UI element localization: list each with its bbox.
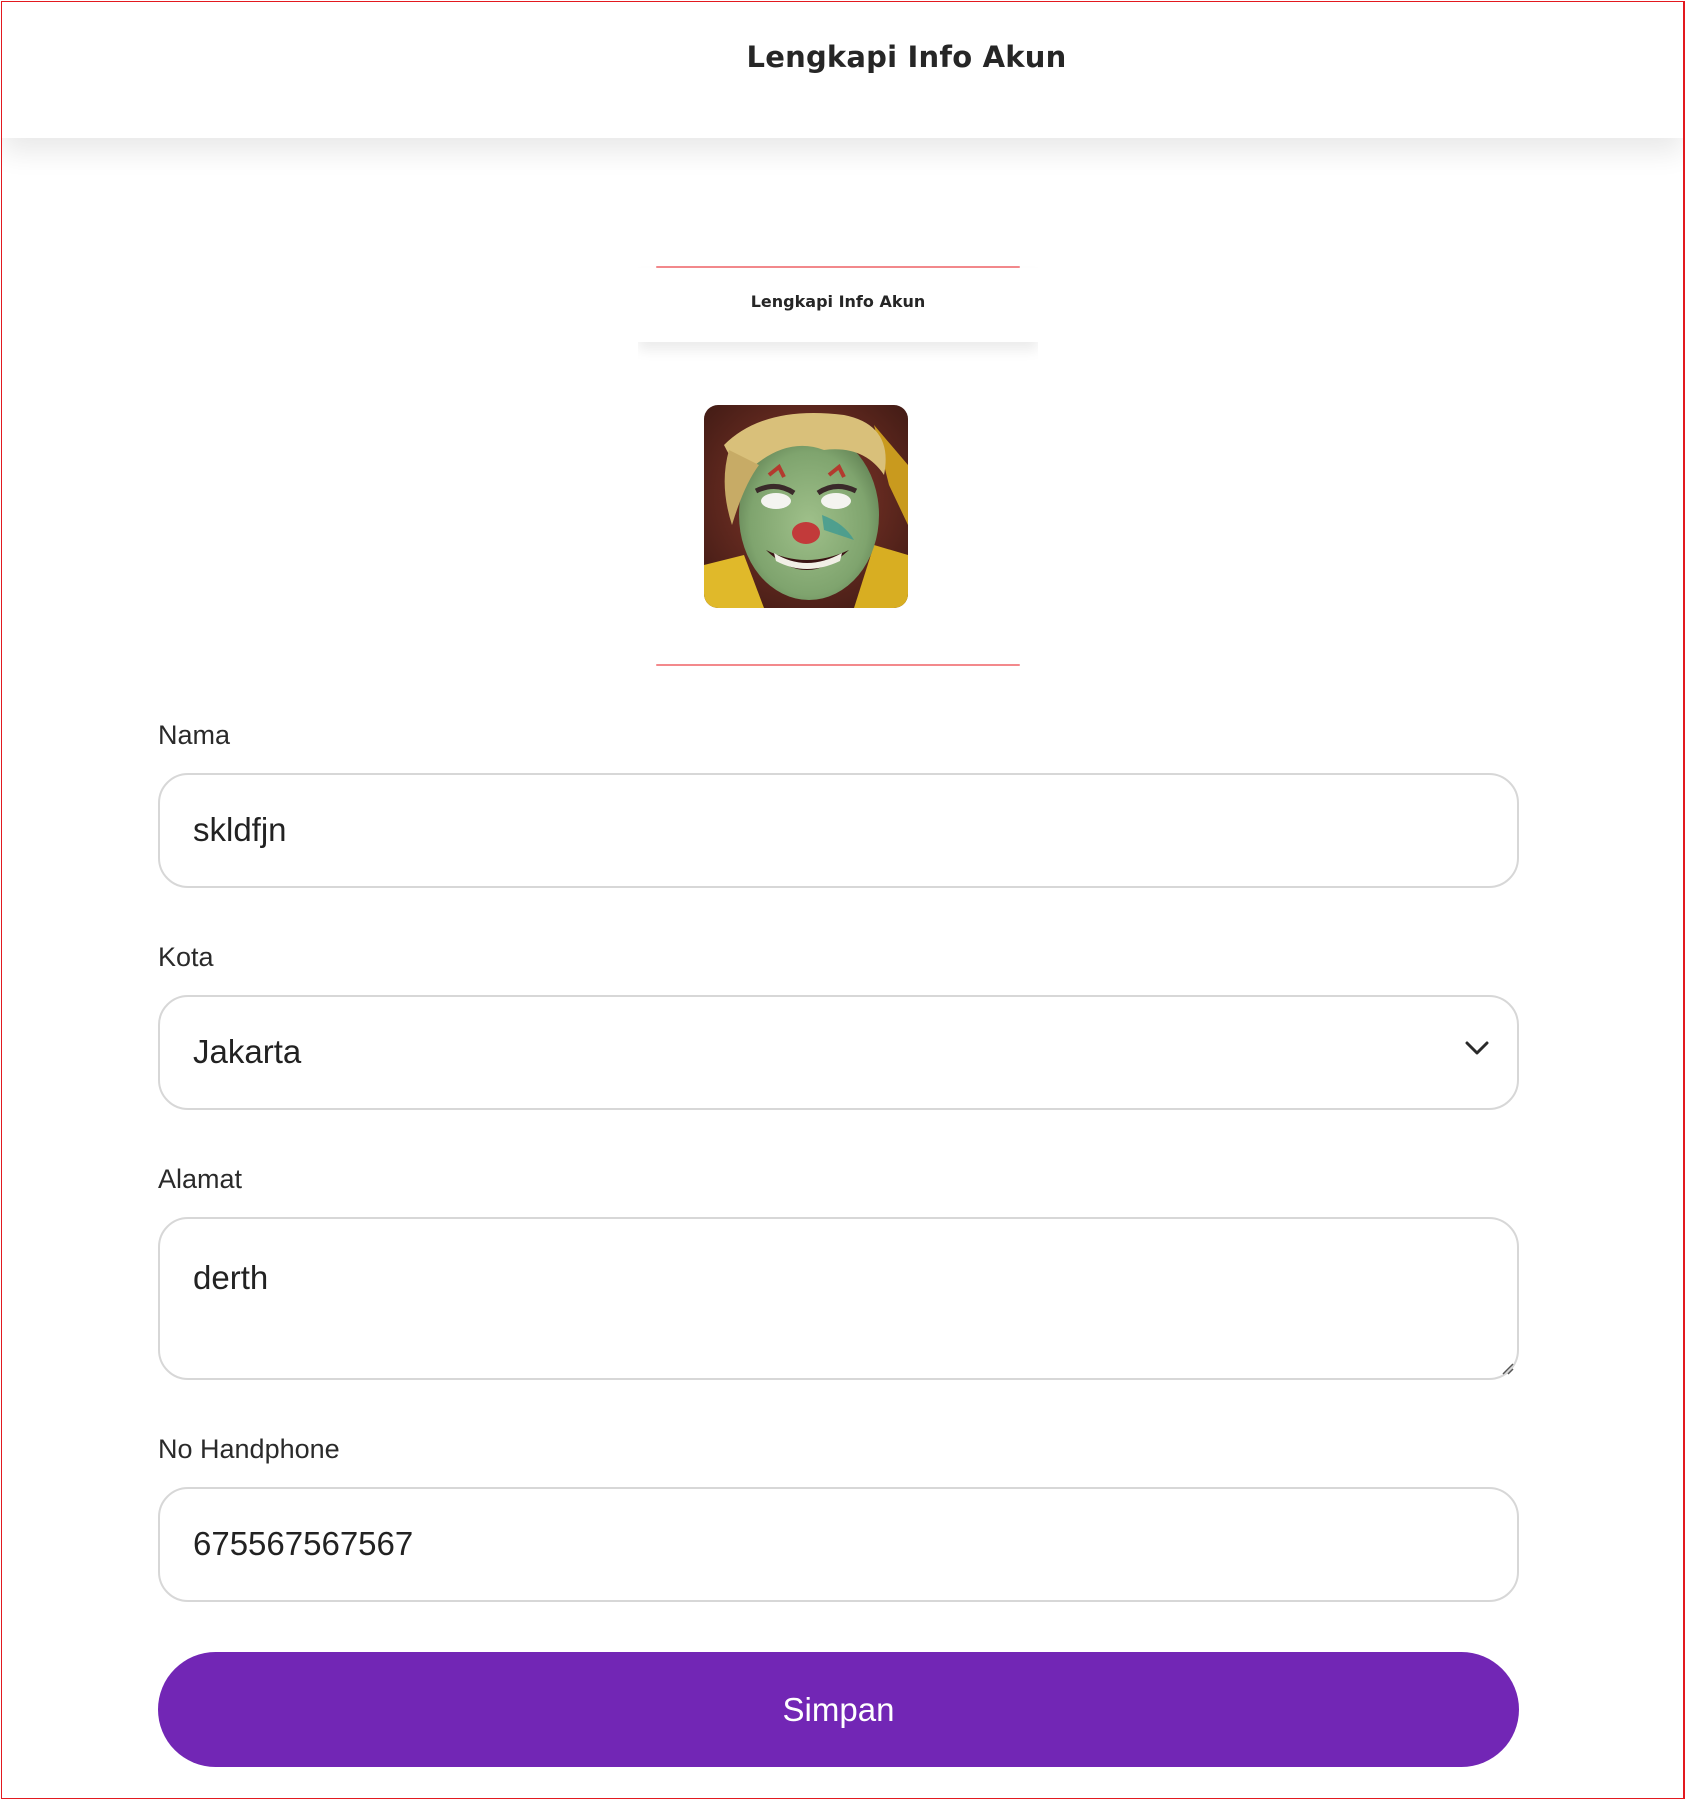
save-button[interactable]: Simpan <box>158 1652 1519 1767</box>
chevron-down-icon[interactable] <box>1465 1041 1489 1055</box>
handphone-label: No Handphone <box>158 1434 340 1464</box>
alamat-value[interactable]: derth <box>193 1259 1393 1297</box>
avatar-image <box>704 405 908 608</box>
preview-title: Lengkapi Info Akun <box>750 292 926 311</box>
avatar[interactable] <box>704 405 908 608</box>
alamat-label: Alamat <box>158 1164 243 1194</box>
nama-label: Nama <box>158 720 231 750</box>
kota-selected-value: Jakarta <box>193 1033 302 1070</box>
page-title: Lengkapi Info Akun <box>746 40 1067 74</box>
preview-bottom-edge <box>656 664 1020 666</box>
kota-label: Kota <box>158 942 214 972</box>
app-frame: Lengkapi Info Akun Lengkapi Info Akun Na… <box>1 1 1685 1799</box>
kota-select[interactable]: Jakarta <box>158 995 1519 1110</box>
page-header: Lengkapi Info Akun <box>2 2 1683 138</box>
resize-handle-icon[interactable] <box>1498 1359 1514 1375</box>
nama-value[interactable]: skldfjn <box>193 811 1393 849</box>
avatar-preview-card[interactable]: Lengkapi Info Akun <box>638 266 1038 666</box>
preview-header: Lengkapi Info Akun <box>638 268 1038 342</box>
handphone-value[interactable]: 675567567567 <box>193 1525 1393 1563</box>
handphone-field[interactable]: 675567567567 <box>158 1487 1519 1602</box>
alamat-textarea[interactable]: derth <box>158 1217 1519 1380</box>
nama-field[interactable]: skldfjn <box>158 773 1519 888</box>
